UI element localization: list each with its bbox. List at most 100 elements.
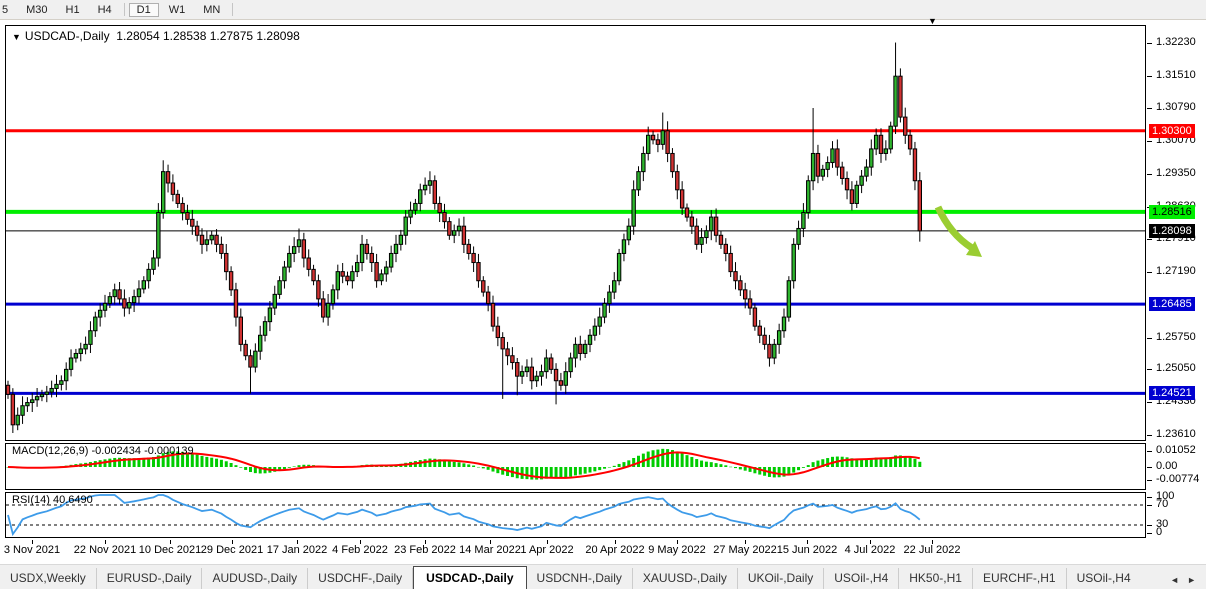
candle-body	[31, 400, 34, 403]
candle-body	[613, 281, 616, 292]
chart-tab-ukoil-daily[interactable]: UKOil-,Daily	[738, 568, 824, 589]
candle-body	[516, 363, 519, 377]
chart-scroll-marker-icon[interactable]: ▼	[928, 16, 937, 26]
axis-tickmark	[1147, 525, 1152, 526]
candle-body	[782, 317, 785, 331]
macd-histogram-bar	[234, 465, 237, 467]
candle-body	[574, 344, 577, 358]
candle-body	[889, 126, 892, 149]
axis-tickmark	[1147, 43, 1152, 44]
candle-body	[399, 235, 402, 244]
chart-tab-audusd-daily[interactable]: AUDUSD-,Daily	[202, 568, 308, 589]
candle-body	[559, 381, 562, 386]
candle-body	[520, 372, 523, 377]
price-chart-pane[interactable]	[5, 25, 1146, 441]
macd-histogram-bar	[293, 466, 296, 467]
macd-histogram-bar	[690, 457, 693, 467]
chart-tab-usdx-weekly[interactable]: USDX,Weekly	[0, 568, 97, 589]
candle-body	[239, 317, 242, 344]
macd-histogram-bar	[589, 467, 592, 473]
candle-body	[904, 117, 907, 135]
rsi-chart[interactable]	[6, 493, 1145, 537]
chart-tab-usdcad-daily[interactable]: USDCAD-,Daily	[413, 566, 526, 589]
candle-body	[94, 317, 97, 331]
candle-body	[564, 372, 567, 386]
macd-histogram-bar	[555, 467, 558, 478]
chart-tab-usdcnh-daily[interactable]: USDCNH-,Daily	[527, 568, 633, 589]
rsi-pane[interactable]	[5, 492, 1146, 538]
candle-body	[423, 185, 426, 190]
macd-histogram-bar	[230, 463, 233, 467]
candle-body	[511, 356, 514, 363]
macd-tick-0.01052: 0.01052	[1156, 444, 1196, 456]
candle-body	[186, 213, 189, 220]
candlestick-chart[interactable]	[6, 26, 1145, 440]
macd-histogram-bar	[288, 467, 291, 468]
macd-histogram-bar	[579, 467, 582, 475]
macd-histogram-bar	[210, 458, 213, 467]
candle-body	[336, 272, 339, 290]
macd-histogram-bar	[656, 450, 659, 467]
candle-body	[40, 394, 43, 396]
macd-tick-0.00: 0.00	[1156, 460, 1177, 472]
candle-body	[195, 226, 198, 235]
macd-histogram-bar	[569, 467, 572, 477]
tab-scroll-left-icon[interactable]: ◄	[1170, 575, 1179, 585]
chart-tab-xauusd-daily[interactable]: XAUUSD-,Daily	[633, 568, 738, 589]
candle-body	[462, 226, 465, 244]
timeframe-button-h4[interactable]: H4	[90, 3, 120, 17]
candle-body	[210, 235, 213, 240]
candle-body	[540, 372, 543, 377]
candle-body	[108, 297, 111, 304]
chart-tab-eurchf-h1[interactable]: EURCHF-,H1	[973, 568, 1067, 589]
price-tick-1.30790: 1.30790	[1156, 101, 1196, 113]
candle-body	[676, 172, 679, 190]
chart-title: ▼USDCAD-,Daily 1.28054 1.28538 1.27875 1…	[12, 29, 300, 43]
timeframe-button-m30[interactable]: M30	[18, 3, 55, 17]
candle-body	[913, 149, 916, 181]
toolbar-separator	[232, 3, 233, 16]
timeframe-button-w1[interactable]: W1	[161, 3, 194, 17]
macd-histogram-bar	[584, 467, 587, 474]
candle-body	[879, 135, 882, 153]
candle-body	[836, 149, 839, 167]
price-tick-1.23610: 1.23610	[1156, 428, 1196, 440]
timeframe-button-5[interactable]: 5	[0, 3, 16, 17]
chart-tab-usdchf-daily[interactable]: USDCHF-,Daily	[308, 568, 413, 589]
candle-body	[714, 217, 717, 235]
chart-tab-usoil-h4[interactable]: USOil-,H4	[1067, 568, 1141, 589]
macd-histogram-bar	[462, 463, 465, 467]
candle-body	[21, 406, 24, 416]
candle-body	[137, 289, 140, 297]
chevron-down-icon[interactable]: ▼	[12, 32, 21, 42]
candle-body	[845, 178, 848, 189]
date-axis[interactable]: 3 Nov 202122 Nov 202110 Dec 202129 Dec 2…	[5, 540, 1146, 562]
tab-scroll-right-icon[interactable]: ►	[1187, 575, 1196, 585]
macd-indicator-label: MACD(12,26,9) -0.002434 -0.000139	[12, 445, 194, 457]
macd-tick--0.00774: -0.00774	[1156, 473, 1199, 485]
candle-body	[705, 231, 708, 238]
candle-body	[603, 303, 606, 317]
chart-tab-hk50-h1[interactable]: HK50-,H1	[899, 568, 973, 589]
macd-histogram-bar	[719, 464, 722, 467]
macd-histogram-bar	[574, 467, 577, 475]
candle-body	[627, 226, 630, 240]
chart-tab-eurusd-daily[interactable]: EURUSD-,Daily	[97, 568, 203, 589]
candle-body	[593, 326, 596, 335]
timeframe-button-h1[interactable]: H1	[58, 3, 88, 17]
macd-histogram-bar	[521, 467, 524, 479]
timeframe-button-d1[interactable]: D1	[129, 3, 159, 17]
candle-body	[598, 317, 601, 326]
candle-body	[870, 149, 873, 167]
price-axis[interactable]: 1.322301.315101.307901.300701.293501.286…	[1147, 25, 1206, 562]
macd-histogram-bar	[428, 459, 431, 467]
chart-tab-usoil-h4[interactable]: USOil-,H4	[824, 568, 899, 589]
candle-body	[263, 322, 266, 336]
candle-body	[385, 267, 388, 274]
candle-body	[356, 263, 359, 272]
candle-body	[380, 274, 383, 281]
date-label: 27 May 2022	[713, 544, 777, 556]
macd-histogram-bar	[729, 467, 732, 468]
candle-body	[162, 172, 165, 213]
timeframe-button-mn[interactable]: MN	[195, 3, 228, 17]
